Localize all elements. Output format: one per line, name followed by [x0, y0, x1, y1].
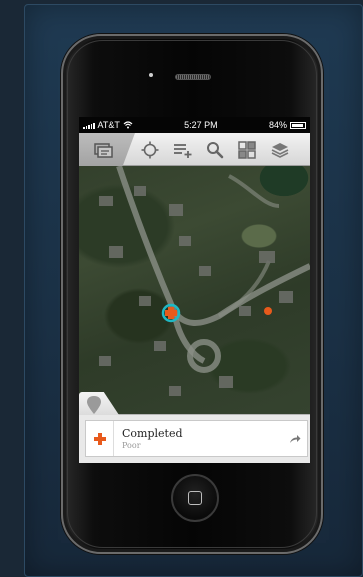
- map-overlay: [99, 165, 310, 396]
- grid-view-button[interactable]: [237, 140, 257, 160]
- home-square-icon: [188, 491, 202, 505]
- orange-plus-icon: [93, 432, 106, 445]
- map-toolbar: [79, 133, 310, 166]
- grid-view-icon: [238, 141, 256, 159]
- carrier-label: AT&T: [97, 120, 120, 130]
- share-arrow-icon: [290, 434, 301, 443]
- wifi-icon: [123, 121, 133, 129]
- home-button[interactable]: [171, 474, 219, 522]
- add-record-button[interactable]: [173, 140, 193, 160]
- add-record-icon: [174, 144, 192, 158]
- battery-icon: [289, 121, 306, 129]
- status-bar: AT&T 5:27 PM 84%: [79, 117, 310, 133]
- search-button[interactable]: [205, 140, 225, 160]
- search-icon: [207, 142, 224, 159]
- selected-feature-marker[interactable]: [161, 303, 181, 323]
- feature-result-row[interactable]: Completed Poor: [85, 420, 308, 457]
- map-pin-icon: [87, 396, 101, 414]
- result-subtitle: Poor: [122, 441, 141, 450]
- layers-panel-icon: [94, 142, 113, 158]
- clock: 5:27 PM: [184, 120, 218, 130]
- layers-panel-tab[interactable]: [79, 133, 135, 166]
- earpiece-speaker: [175, 74, 211, 80]
- front-camera: [149, 73, 153, 77]
- open-record-button[interactable]: [283, 434, 307, 444]
- locate-icon: [141, 141, 159, 159]
- satellite-map[interactable]: [79, 165, 310, 414]
- result-title: Completed: [122, 427, 183, 440]
- app-screen: AT&T 5:27 PM 84% Completed Poor: [79, 117, 310, 463]
- signal-icon: [83, 122, 95, 129]
- battery-percent: 84%: [268, 120, 287, 130]
- locate-button[interactable]: [140, 140, 160, 160]
- feature-point[interactable]: [264, 307, 272, 315]
- layers-icon: [271, 143, 289, 158]
- layers-button[interactable]: [270, 140, 290, 160]
